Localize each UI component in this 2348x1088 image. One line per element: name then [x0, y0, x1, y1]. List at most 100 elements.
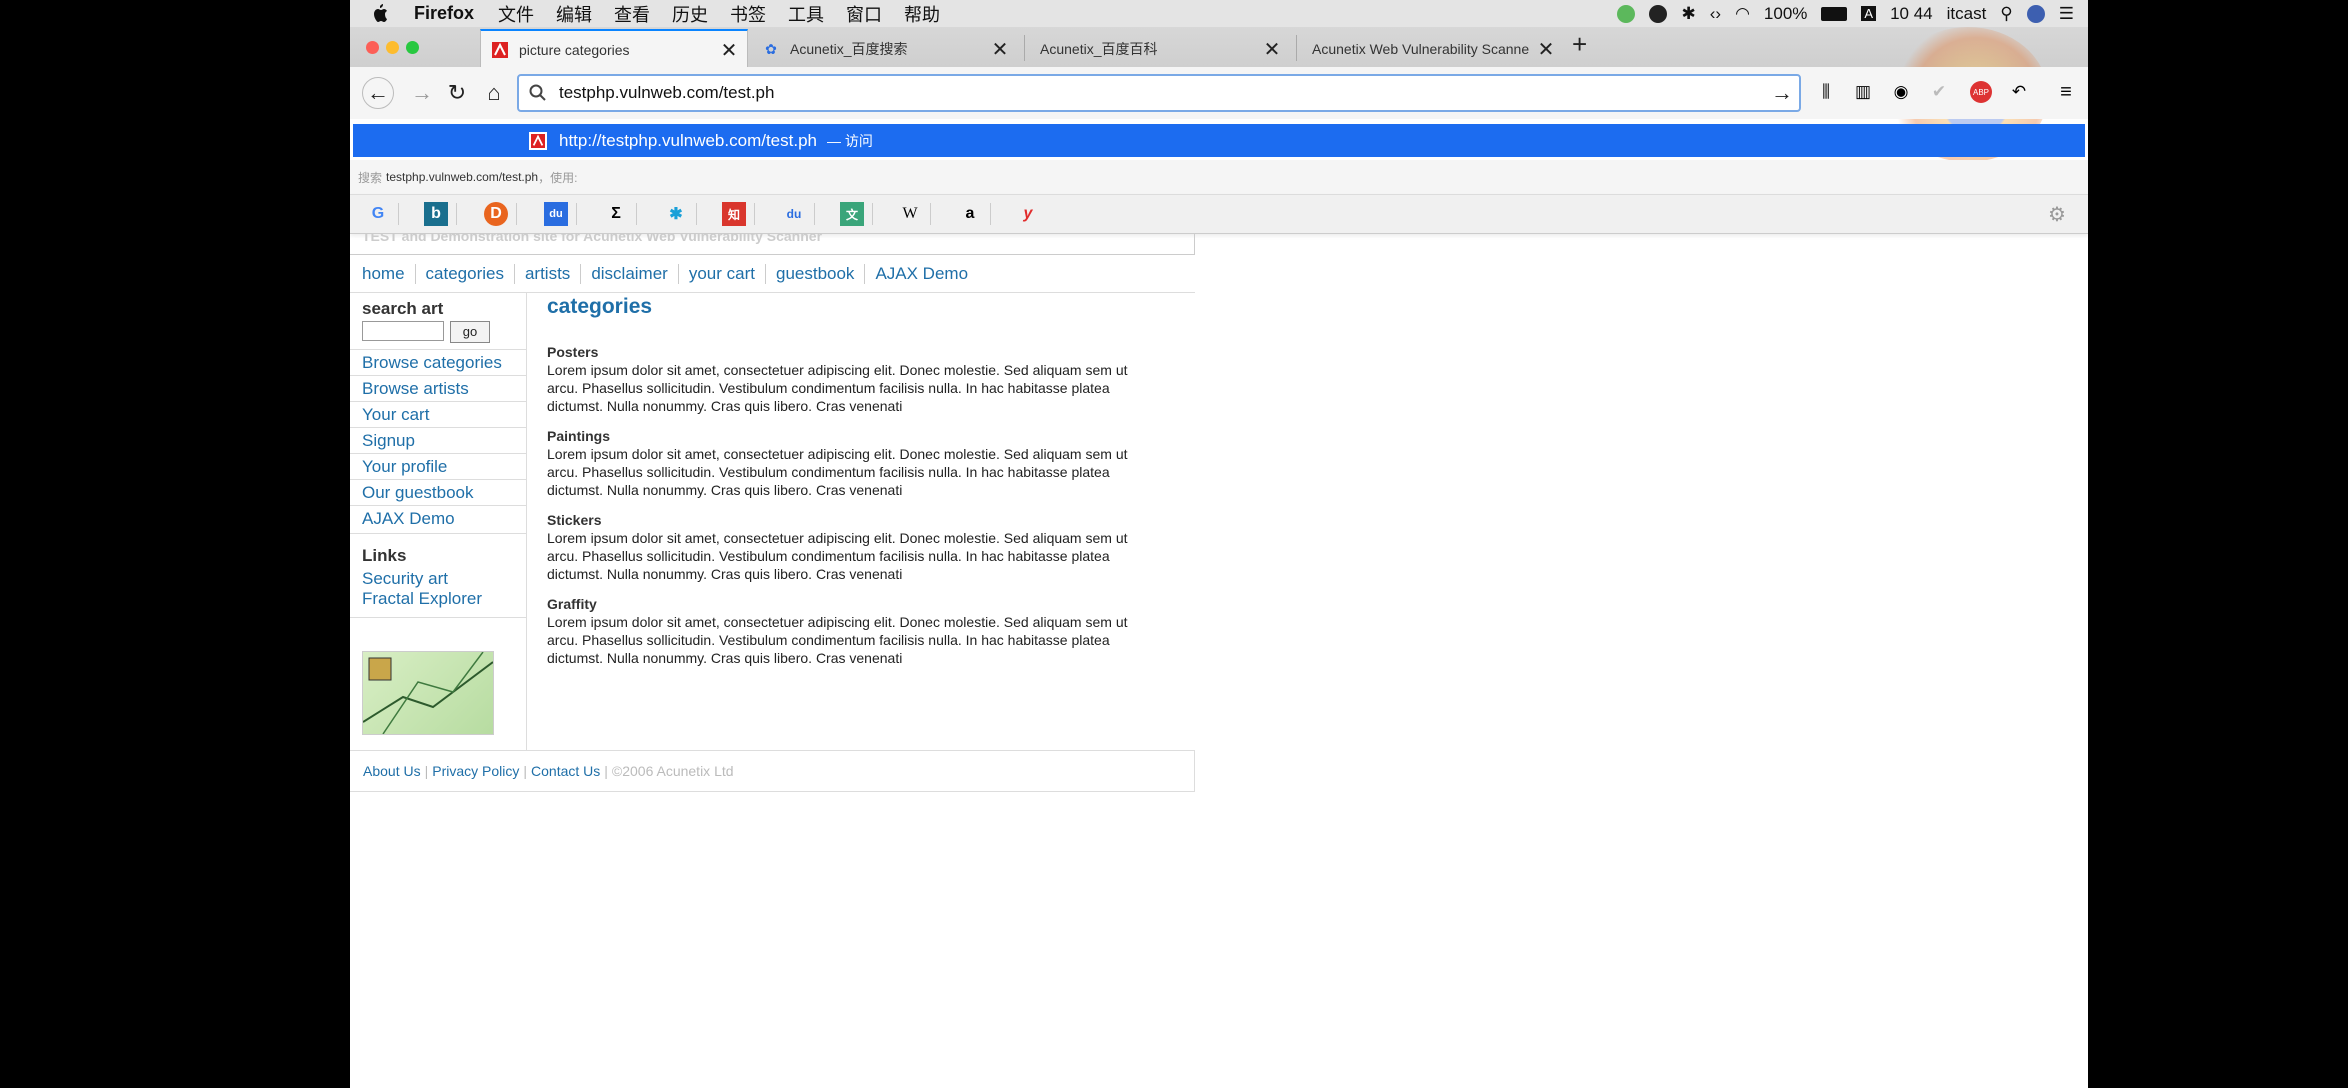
new-tab-button[interactable]: +: [1572, 29, 1587, 60]
sidebar-browse-categories[interactable]: Browse categories: [362, 353, 502, 373]
search-go-button[interactable]: go: [450, 321, 490, 343]
suggestion-action: — 访问: [826, 132, 873, 149]
category-title[interactable]: Stickers: [547, 511, 1157, 529]
go-arrow-icon[interactable]: →: [1771, 80, 1793, 106]
search-art-input[interactable]: [362, 321, 444, 341]
app-name[interactable]: Firefox: [414, 3, 474, 24]
footer-contact-us[interactable]: Contact Us: [531, 763, 600, 779]
bookmark-wikipedia-icon[interactable]: W: [898, 202, 922, 226]
menu-history[interactable]: 历史: [672, 1, 708, 27]
adblock-icon[interactable]: ABP: [1970, 81, 1992, 103]
undo-extension-icon[interactable]: ↶: [2008, 81, 2030, 103]
search-hint-prefix: 搜索: [358, 170, 383, 185]
tab-picture-categories[interactable]: picture categories ✕: [480, 29, 748, 69]
input-method-icon[interactable]: A: [1861, 6, 1877, 21]
url-input[interactable]: [557, 82, 1741, 104]
bookmark-bing-icon[interactable]: b: [424, 202, 448, 226]
zoom-window-button[interactable]: [406, 41, 419, 54]
menu-tools[interactable]: 工具: [788, 1, 824, 27]
category-title[interactable]: Paintings: [547, 427, 1157, 445]
bookmark-google-icon[interactable]: G: [366, 202, 390, 226]
code-icon[interactable]: ‹›: [1710, 4, 1721, 24]
wifi-icon[interactable]: ◠: [1735, 4, 1750, 24]
menu-file[interactable]: 文件: [498, 1, 534, 27]
library-icon[interactable]: ⫼: [1815, 81, 1837, 103]
footer-about-us[interactable]: About Us: [363, 763, 421, 779]
navigation-toolbar: ← → ↻ ⌂ → ⫼ ▥ ◉ ✔ ABP ↶ ≡: [350, 67, 2088, 119]
category-graffity: Graffity Lorem ipsum dolor sit amet, con…: [547, 595, 1157, 667]
user-name[interactable]: itcast: [1947, 4, 1987, 24]
link-security-art[interactable]: Security art: [362, 569, 448, 589]
reload-button[interactable]: ↻: [443, 79, 471, 107]
nav-disclaimer[interactable]: disclaimer: [591, 263, 679, 284]
menu-help[interactable]: 帮助: [904, 1, 940, 27]
links-title: Links: [362, 546, 407, 565]
tab-acunetix-baidu-search[interactable]: ✿ Acunetix_百度搜索 ✕: [752, 31, 1018, 67]
bookmark-baidu-paw-icon[interactable]: du: [782, 202, 806, 226]
bookmark-baidu-icon[interactable]: du: [544, 202, 568, 226]
menu-view[interactable]: 查看: [614, 1, 650, 27]
menu-window[interactable]: 窗口: [846, 1, 882, 27]
search-with-hint: 搜索 testphp.vulnweb.com/test.ph ，使用:: [350, 160, 2088, 195]
tab-close-icon[interactable]: ✕: [719, 38, 739, 63]
battery-icon: [1821, 6, 1848, 21]
bluetooth-icon[interactable]: ✱: [1681, 4, 1695, 24]
extension-circle-icon[interactable]: ◉: [1890, 81, 1912, 103]
bookmark-asterisk-icon[interactable]: ✱: [664, 202, 688, 226]
menu-bookmarks[interactable]: 书签: [730, 1, 766, 27]
tab-close-icon[interactable]: ✕: [990, 37, 1010, 62]
tab-close-icon[interactable]: ✕: [1536, 37, 1556, 62]
acunetix-favicon-icon: [491, 41, 509, 59]
bookmarks-toolbar: G b D du Σ ✱ 知 du 文 W a y ⚙: [350, 195, 2088, 234]
sidebar-signup[interactable]: Signup: [362, 431, 415, 451]
sidebar-our-guestbook[interactable]: Our guestbook: [362, 483, 474, 503]
baidu-paw-icon: ✿: [765, 40, 777, 57]
url-bar[interactable]: →: [517, 74, 1801, 112]
nav-artists[interactable]: artists: [525, 263, 582, 284]
siri-icon[interactable]: [2026, 4, 2045, 23]
tab-acunetix-baidu-baike[interactable]: Acunetix_百度百科 ✕: [1030, 31, 1290, 67]
nav-categories[interactable]: categories: [426, 263, 515, 284]
bookmark-amazon-icon[interactable]: a: [958, 202, 982, 226]
back-button[interactable]: ←: [362, 77, 394, 109]
sidebar-your-cart[interactable]: Your cart: [362, 405, 429, 425]
extension-check-icon[interactable]: ✔: [1928, 81, 1950, 103]
close-window-button[interactable]: [366, 41, 379, 54]
nav-guestbook[interactable]: guestbook: [776, 263, 866, 284]
app-tray-icon[interactable]: [1649, 4, 1668, 23]
forward-button[interactable]: →: [408, 79, 436, 107]
apple-icon[interactable]: [372, 4, 392, 23]
upload-icon[interactable]: [1617, 4, 1636, 23]
sidebar-browse-artists[interactable]: Browse artists: [362, 379, 469, 399]
bookmark-y-icon[interactable]: y: [1016, 202, 1040, 226]
category-paintings: Paintings Lorem ipsum dolor sit amet, co…: [547, 427, 1157, 499]
hamburger-menu-icon[interactable]: ≡: [2055, 81, 2077, 103]
notification-center-icon[interactable]: ☰: [2059, 4, 2074, 24]
site-header: TEST and Demonstration site for Acunetix…: [350, 233, 1195, 255]
settings-gear-icon[interactable]: ⚙: [2045, 202, 2069, 226]
bookmark-sigma-icon[interactable]: Σ: [604, 202, 628, 226]
bookmark-zhihu-icon[interactable]: 知: [722, 202, 746, 226]
sidebar-ajax-demo[interactable]: AJAX Demo: [362, 509, 455, 529]
sidebar-icon[interactable]: ▥: [1852, 81, 1874, 103]
spotlight-icon[interactable]: ⚲: [2000, 4, 2012, 24]
link-fractal-explorer[interactable]: Fractal Explorer: [362, 589, 482, 609]
bookmark-green-icon[interactable]: 文: [840, 202, 864, 226]
tab-close-icon[interactable]: ✕: [1262, 37, 1282, 62]
bookmark-duckduckgo-icon[interactable]: D: [484, 202, 508, 226]
nav-home[interactable]: home: [362, 263, 416, 284]
minimize-window-button[interactable]: [386, 41, 399, 54]
menu-edit[interactable]: 编辑: [556, 1, 592, 27]
category-title[interactable]: Graffity: [547, 595, 1157, 613]
category-title[interactable]: Posters: [547, 343, 1157, 361]
nav-ajax-demo[interactable]: AJAX Demo: [875, 264, 978, 284]
home-button[interactable]: ⌂: [480, 79, 508, 107]
footer-copyright: ©2006 Acunetix Ltd: [611, 763, 734, 779]
fractal-thumbnail-image[interactable]: [362, 651, 494, 735]
footer-privacy-policy[interactable]: Privacy Policy: [432, 763, 519, 779]
tab-label: Acunetix_百度百科: [1040, 41, 1158, 57]
tab-acunetix-scanner[interactable]: Acunetix Web Vulnerability Scanne ✕: [1302, 31, 1564, 67]
nav-your-cart[interactable]: your cart: [689, 263, 766, 284]
sidebar-your-profile[interactable]: Your profile: [362, 457, 447, 477]
url-suggestion[interactable]: http://testphp.vulnweb.com/test.ph — 访问: [353, 124, 2085, 157]
